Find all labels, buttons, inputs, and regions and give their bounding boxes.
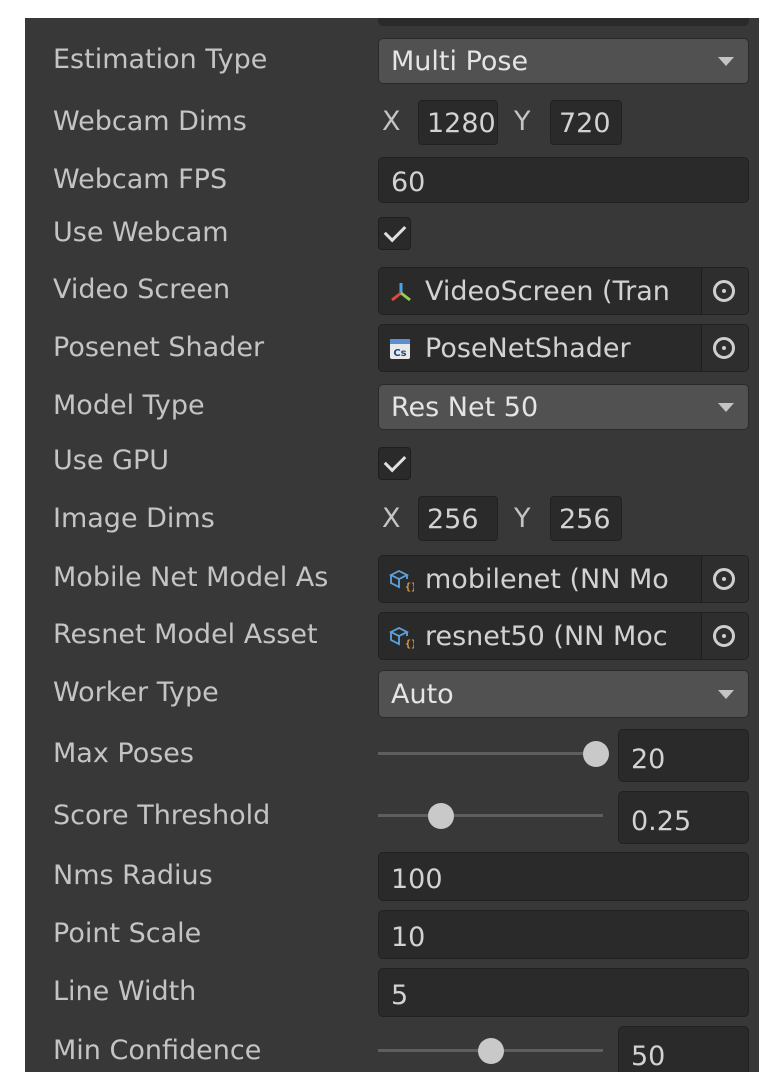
row-video-screen: Video Screen VideoScreen (Tran	[25, 267, 759, 317]
row-model-type: Model Type Res Net 50	[25, 382, 759, 432]
use-webcam-label: Use Webcam	[53, 217, 229, 248]
object-picker-icon	[713, 568, 735, 590]
row-use-webcam: Use Webcam	[25, 214, 759, 256]
max-poses-field[interactable]: 20	[618, 729, 749, 782]
use-webcam-checkbox[interactable]	[378, 217, 411, 250]
svg-text:{}: {}	[405, 582, 414, 592]
chevron-down-icon	[718, 57, 734, 66]
max-poses-slider-thumb[interactable]	[583, 741, 610, 767]
resnet-model-asset-label: Resnet Model Asset	[53, 619, 318, 650]
webcam-dims-y-label[interactable]: Y	[514, 105, 531, 139]
object-picker-icon	[713, 337, 735, 359]
model-type-label: Model Type	[53, 390, 205, 421]
model-type-value: Res Net 50	[391, 392, 539, 423]
row-posenet-shader: Posenet Shader Cs PoseNetShader	[25, 324, 759, 374]
resnet-model-value: resnet50 (NN Moc	[425, 621, 668, 652]
score-threshold-field[interactable]: 0.25	[618, 791, 749, 844]
score-threshold-slider-track[interactable]	[378, 814, 603, 817]
row-webcam-dims: Webcam Dims X 1280 Y 720	[25, 98, 759, 148]
nn-model-icon: {}	[388, 569, 414, 592]
previous-field-partial	[378, 18, 749, 26]
object-picker-button[interactable]	[701, 556, 748, 602]
min-confidence-field[interactable]: 50	[618, 1026, 749, 1072]
row-resnet-model-asset: Resnet Model Asset {} resnet50 (NN Moc	[25, 612, 759, 662]
posenet-shader-object-field[interactable]: Cs PoseNetShader	[378, 324, 749, 372]
chevron-down-icon	[718, 403, 734, 412]
line-width-field[interactable]: 5	[378, 968, 749, 1017]
object-picker-icon	[713, 625, 735, 647]
line-width-label: Line Width	[53, 976, 197, 1007]
inspector-panel: Estimation Type Multi Pose Webcam Dims X…	[25, 18, 759, 1072]
row-mobile-net-model-asset: Mobile Net Model As {} mobilenet (NN Mo	[25, 555, 759, 605]
row-image-dims: Image Dims X 256 Y 256	[25, 496, 759, 546]
row-max-poses: Max Poses 20	[25, 729, 759, 783]
worker-type-label: Worker Type	[53, 677, 219, 708]
model-type-dropdown[interactable]: Res Net 50	[378, 384, 749, 430]
max-poses-slider-track[interactable]	[378, 752, 603, 755]
cs-script-icon: Cs	[390, 339, 410, 359]
row-webcam-fps: Webcam FPS 60	[25, 155, 759, 205]
row-min-confidence: Min Confidence 50	[25, 1026, 759, 1072]
webcam-dims-x-label[interactable]: X	[382, 105, 401, 139]
row-estimation-type: Estimation Type Multi Pose	[25, 36, 759, 86]
row-worker-type: Worker Type Auto	[25, 669, 759, 719]
video-screen-object-field[interactable]: VideoScreen (Tran	[378, 267, 749, 315]
transform-icon	[391, 283, 411, 302]
nms-radius-field[interactable]: 100	[378, 852, 749, 901]
row-line-width: Line Width 5	[25, 968, 759, 1018]
row-nms-radius: Nms Radius 100	[25, 852, 759, 902]
worker-type-dropdown[interactable]: Auto	[378, 670, 749, 718]
nn-model-icon: {}	[388, 626, 414, 649]
webcam-dims-label: Webcam Dims	[53, 106, 247, 137]
chevron-down-icon	[718, 690, 734, 699]
image-dims-y-label[interactable]: Y	[514, 502, 531, 536]
resnet-model-object-field[interactable]: {} resnet50 (NN Moc	[378, 612, 749, 660]
estimation-type-dropdown[interactable]: Multi Pose	[378, 38, 749, 84]
video-screen-value: VideoScreen (Tran	[425, 276, 670, 307]
checkmark-icon	[383, 219, 407, 243]
worker-type-value: Auto	[391, 679, 454, 710]
svg-text:{}: {}	[405, 639, 414, 649]
checkmark-icon	[383, 449, 407, 473]
webcam-dims-y-field[interactable]: 720	[550, 100, 622, 145]
mobile-net-model-asset-label: Mobile Net Model As	[53, 562, 329, 593]
posenet-shader-value: PoseNetShader	[425, 333, 631, 364]
image-dims-x-field[interactable]: 256	[418, 496, 498, 541]
max-poses-label: Max Poses	[53, 738, 194, 769]
mobile-net-model-value: mobilenet (NN Mo	[425, 564, 669, 595]
estimation-type-value: Multi Pose	[391, 46, 529, 77]
object-picker-button[interactable]	[701, 268, 748, 314]
row-score-threshold: Score Threshold 0.25	[25, 791, 759, 845]
object-picker-icon	[713, 280, 735, 302]
point-scale-label: Point Scale	[53, 918, 202, 949]
webcam-fps-label: Webcam FPS	[53, 164, 228, 195]
row-point-scale: Point Scale 10	[25, 910, 759, 960]
webcam-dims-x-field[interactable]: 1280	[418, 100, 498, 145]
use-gpu-label: Use GPU	[53, 445, 169, 476]
image-dims-y-field[interactable]: 256	[550, 496, 622, 541]
object-picker-button[interactable]	[701, 325, 748, 371]
object-picker-button[interactable]	[701, 613, 748, 659]
svg-text:Cs: Cs	[393, 348, 406, 359]
mobile-net-model-object-field[interactable]: {} mobilenet (NN Mo	[378, 555, 749, 603]
estimation-type-label: Estimation Type	[53, 44, 268, 75]
image-dims-x-label[interactable]: X	[382, 502, 401, 536]
score-threshold-slider-thumb[interactable]	[428, 803, 454, 829]
min-confidence-label: Min Confidence	[53, 1035, 262, 1066]
webcam-fps-field[interactable]: 60	[378, 157, 749, 203]
score-threshold-label: Score Threshold	[53, 800, 271, 831]
point-scale-field[interactable]: 10	[378, 910, 749, 959]
nms-radius-label: Nms Radius	[53, 860, 213, 891]
use-gpu-checkbox[interactable]	[378, 447, 411, 480]
min-confidence-slider-thumb[interactable]	[477, 1038, 504, 1064]
video-screen-label: Video Screen	[53, 274, 231, 305]
image-dims-label: Image Dims	[53, 503, 215, 534]
posenet-shader-label: Posenet Shader	[53, 332, 265, 363]
row-use-gpu: Use GPU	[25, 442, 759, 484]
